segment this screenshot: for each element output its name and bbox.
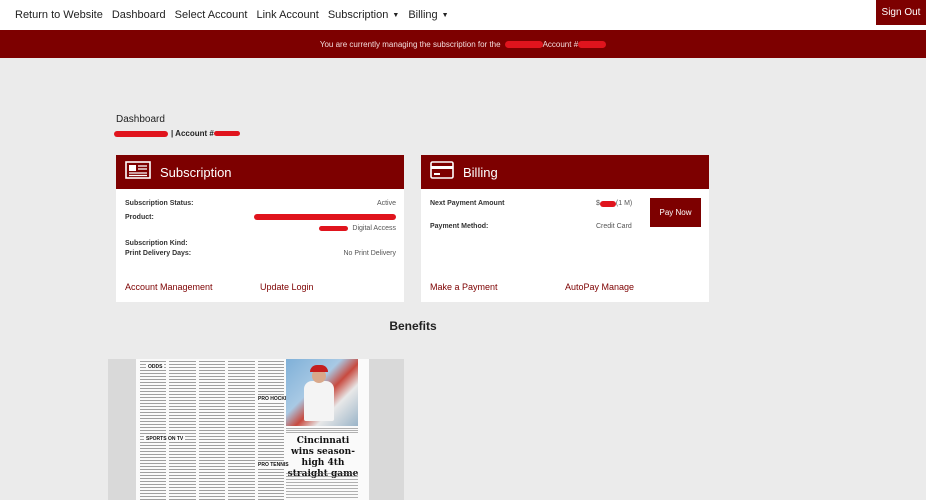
newspaper-icon xyxy=(125,160,151,184)
redaction-mark xyxy=(114,130,168,137)
photo-caption xyxy=(286,428,358,434)
newspaper-image: ODDS SPORTS ON TV PRO HOCKEY PRO TENNIS … xyxy=(136,359,369,500)
benefit-tile[interactable]: ODDS SPORTS ON TV PRO HOCKEY PRO TENNIS … xyxy=(108,359,404,500)
next-payment-value: $ (1 M) xyxy=(596,200,632,207)
next-payment-label: Next Payment Amount xyxy=(430,200,505,207)
caret-down-icon: ▼ xyxy=(441,11,449,19)
redaction-mark xyxy=(319,226,348,231)
make-payment-link[interactable]: Make a Payment xyxy=(430,282,498,292)
subscription-card-header: Subscription xyxy=(116,155,404,189)
billing-card-title: Billing xyxy=(463,164,498,180)
autopay-manage-link[interactable]: AutoPay Manage xyxy=(565,282,634,292)
billing-card: Billing Next Payment Amount $ (1 M) Paym… xyxy=(421,155,709,302)
account-banner: You are currently managing the subscript… xyxy=(0,30,926,58)
payment-method-value: Credit Card xyxy=(596,223,632,230)
payment-method-label: Payment Method: xyxy=(430,223,489,230)
newspaper-columns xyxy=(140,361,285,500)
nav-dashboard[interactable]: Dashboard xyxy=(112,9,166,21)
account-management-link[interactable]: Account Management xyxy=(125,282,213,292)
page-title: Dashboard xyxy=(116,114,165,125)
subscription-card-body: Subscription Status: Active Product: Dig… xyxy=(116,189,404,302)
subscription-card-title: Subscription xyxy=(160,164,232,180)
caret-down-icon: ▼ xyxy=(392,11,400,19)
next-payment-term: (1 M) xyxy=(615,200,633,207)
product-label: Product: xyxy=(125,214,154,221)
nav-subscription-label: Subscription xyxy=(327,9,389,21)
banner-text: You are currently managing the subscript… xyxy=(319,39,501,49)
pay-now-button[interactable]: Pay Now xyxy=(650,198,701,227)
account-label: | Account # xyxy=(171,129,214,138)
product-value: Digital Access xyxy=(352,225,396,232)
billing-card-header: Billing xyxy=(421,155,709,189)
nav-subscription-dropdown[interactable]: Subscription ▼ xyxy=(328,9,399,21)
banner-account-prefix: Account # xyxy=(542,39,579,49)
nav-billing-dropdown[interactable]: Billing ▼ xyxy=(408,9,448,21)
nav-return-to-website[interactable]: Return to Website xyxy=(15,9,103,21)
subscription-card: Subscription Subscription Status: Active… xyxy=(116,155,404,302)
subscription-status-label: Subscription Status: xyxy=(125,200,194,207)
nav-billing-label: Billing xyxy=(408,9,438,21)
newspaper-section-tv: SPORTS ON TV xyxy=(144,436,186,442)
print-delivery-value: No Print Delivery xyxy=(343,250,396,257)
baseball-photo xyxy=(286,359,358,426)
newspaper-section-odds: ODDS xyxy=(146,364,165,370)
top-nav: Return to Website Dashboard Select Accou… xyxy=(0,0,926,30)
account-line: | Account # xyxy=(114,129,240,138)
update-login-link[interactable]: Update Login xyxy=(260,282,314,292)
subscription-kind-label: Subscription Kind: xyxy=(125,240,188,247)
subscription-status-value: Active xyxy=(376,200,396,207)
article-text xyxy=(286,473,358,500)
redaction-mark xyxy=(599,200,616,207)
redaction-mark xyxy=(578,40,607,48)
billing-card-body: Next Payment Amount $ (1 M) Payment Meth… xyxy=(421,189,709,302)
redaction-mark xyxy=(254,214,396,220)
nav-select-account[interactable]: Select Account xyxy=(175,9,248,21)
sign-out-button[interactable]: Sign Out xyxy=(876,0,926,25)
credit-card-icon xyxy=(430,160,454,184)
redaction-mark xyxy=(504,40,543,48)
benefits-title: Benefits xyxy=(389,319,437,333)
redaction-mark xyxy=(213,131,240,136)
nav-link-account[interactable]: Link Account xyxy=(256,9,318,21)
print-delivery-label: Print Delivery Days: xyxy=(125,250,192,257)
